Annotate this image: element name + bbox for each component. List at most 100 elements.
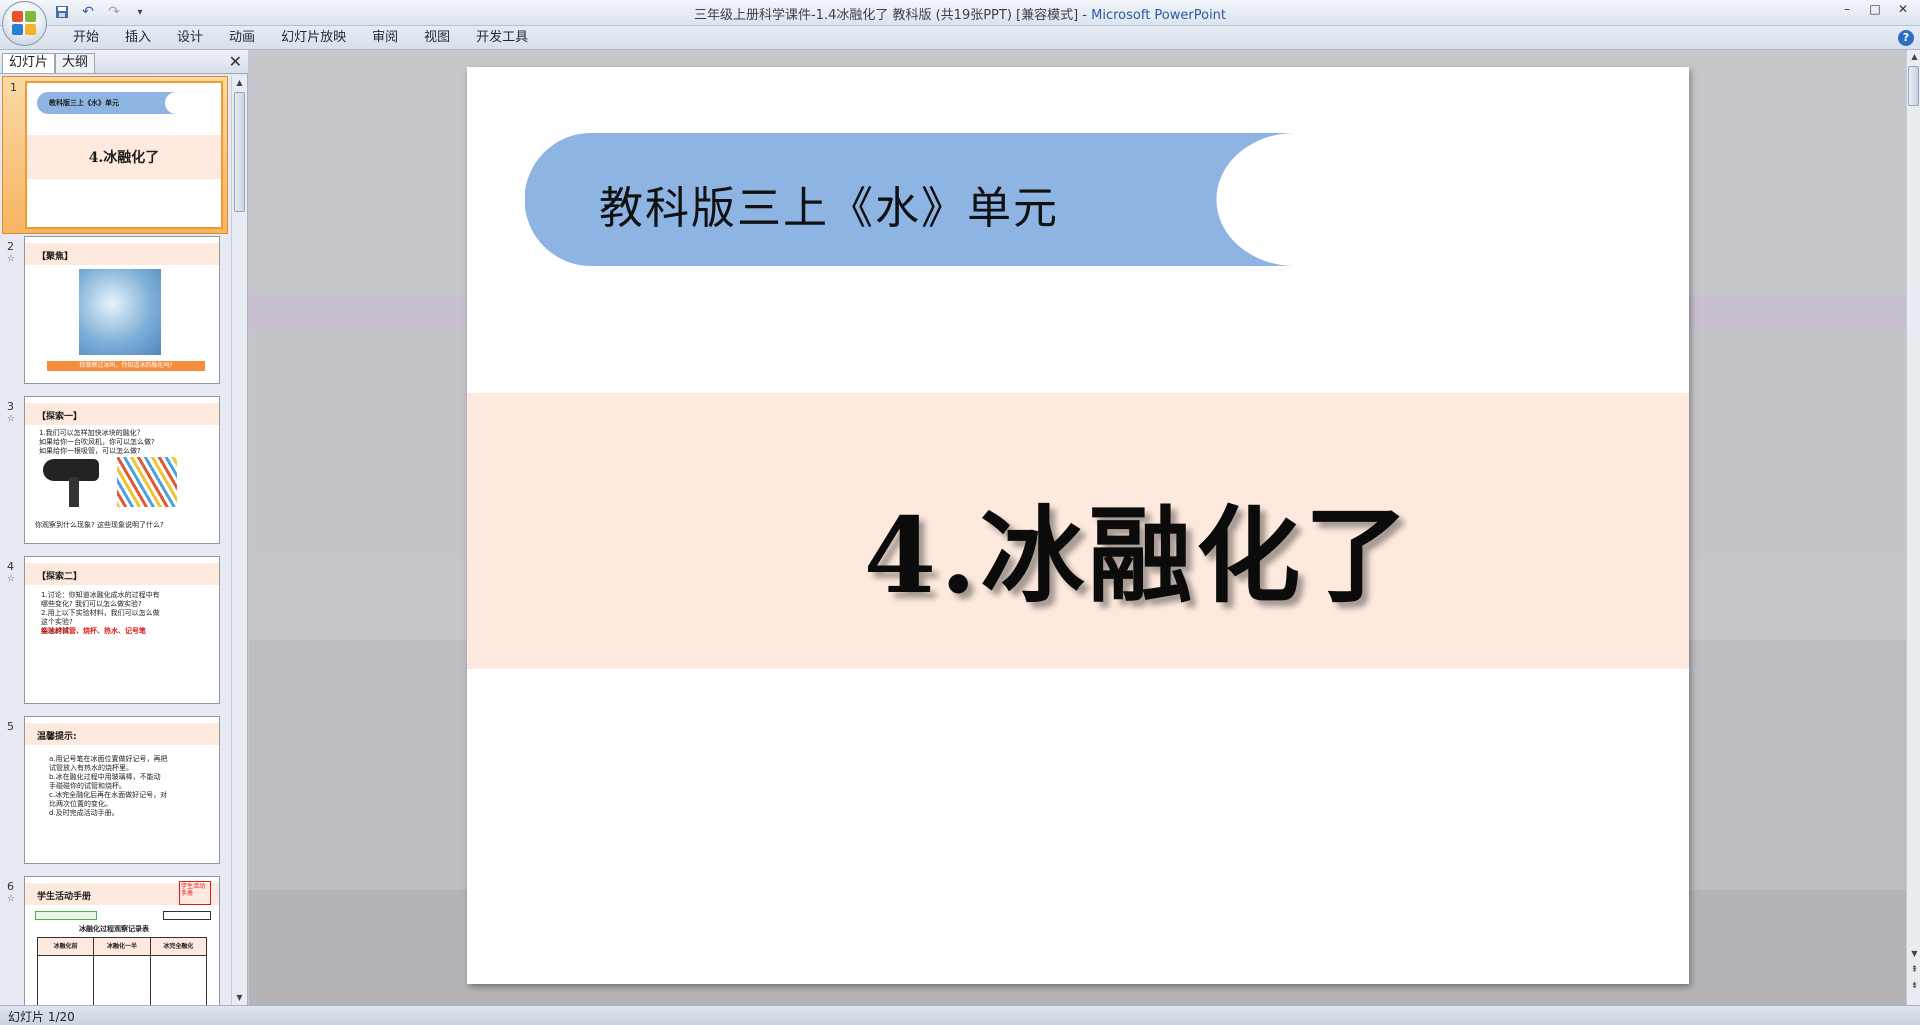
tab-developer[interactable]: 开发工具	[463, 29, 541, 47]
editor-scrollbar[interactable]: ▲ ▼ ⇞ ⇟	[1906, 50, 1920, 1005]
thumb-ribbon-notch	[165, 92, 187, 114]
window-title: 三年级上册科学课件-1.4冰融化了 教科版 (共19张PPT) [兼容模式] -…	[0, 4, 1920, 23]
tab-insert[interactable]: 插入	[112, 29, 164, 47]
document-title: 三年级上册科学课件-1.4冰融化了 教科版 (共19张PPT) [兼容模式] -	[693, 8, 1092, 23]
thumb-line: 这个实验?	[41, 618, 73, 626]
previous-slide-icon[interactable]: ⇞	[1907, 963, 1920, 977]
thumb-line: 2.用上以下实验材料，我们可以怎么做	[41, 609, 160, 617]
tab-outline[interactable]: 大纲	[55, 53, 96, 73]
thumb-line: 哪些变化? 我们可以怎么做实验?	[41, 600, 142, 608]
thumb-line: 手碰碰你的试管和烧杯。	[49, 782, 126, 790]
thumb-name-box	[163, 911, 211, 920]
minimize-button[interactable]: –	[1834, 0, 1860, 18]
hair-dryer-handle	[69, 477, 79, 507]
window-controls: – □ ✕	[1834, 0, 1916, 18]
slide-thumbnail-2[interactable]: 2 ☆ 【聚焦】 你观察过冰吗，你知道冰的融化吗?	[0, 236, 232, 388]
slide-canvas[interactable]: 教科版三上《水》单元 4.冰融化了	[467, 67, 1689, 984]
tab-view[interactable]: 视图	[411, 29, 463, 47]
slide-number: 5	[7, 720, 14, 733]
thumb-heading: 【探索一】	[25, 403, 219, 425]
thumbnail-canvas: 【探索二】 1.讨论：你知道冰融化成水的过程中有 哪些变化? 我们可以怎么做实验…	[24, 556, 220, 704]
thumb-line: 1.讨论：你知道冰融化成水的过程中有	[41, 591, 160, 599]
title-bar: ↶ ↷ ▾ 三年级上册科学课件-1.4冰融化了 教科版 (共19张PPT) [兼…	[0, 0, 1920, 46]
thumbnail-canvas: 【聚焦】 你观察过冰吗，你知道冰的融化吗?	[24, 236, 220, 384]
thumbnail-canvas: 教科版三上《水》单元 4.冰融化了	[25, 81, 223, 229]
pane-tabs: 幻灯片 大纲 ✕	[0, 50, 248, 74]
thumb-table-header: 冰融化一半	[94, 938, 150, 956]
slide-thumbnail-1[interactable]: 1 教科版三上《水》单元 4.冰融化了	[2, 76, 228, 234]
ribbon-tabs-bar: 开始 插入 设计 动画 幻灯片放映 审阅 视图 开发工具 ?	[0, 26, 1920, 50]
status-bar: 幻灯片 1/20	[0, 1005, 1920, 1025]
thumb-table-header: 冰完全融化	[150, 938, 206, 956]
thumb-line: 试管放入有热水的烧杯里。	[49, 764, 133, 772]
thumb-heading: 【探索二】	[25, 563, 219, 585]
slide-thumbnail-6[interactable]: 6 ☆ 学生活动手册 学生活动手册 冰融化过程观察记录表 冰融化前 冰融化一半 …	[0, 876, 232, 1005]
thumb-heading: 【聚焦】	[25, 243, 219, 265]
maximize-button[interactable]: □	[1862, 0, 1888, 18]
close-button[interactable]: ✕	[1890, 0, 1916, 18]
thumb-table: 冰融化前 冰融化一半 冰完全融化	[37, 937, 207, 1005]
scrollbar-thumb[interactable]	[234, 92, 245, 212]
ice-image	[79, 269, 161, 355]
app-name: Microsoft PowerPoint	[1091, 8, 1227, 23]
scroll-down-icon[interactable]: ▼	[232, 991, 247, 1005]
next-slide-icon[interactable]: ⇟	[1907, 979, 1920, 993]
thumb-line: 比两次位置的变化。	[49, 800, 112, 808]
tab-design[interactable]: 设计	[164, 29, 216, 47]
thumb-unit: 教科版三上《水》单元	[49, 99, 119, 107]
thumbnail-canvas: 温馨提示: a.用记号笔在冰面位置做好记号，再把 试管放入有热水的烧杯里。 b.…	[24, 716, 220, 864]
thumb-badge: 学生活动手册	[179, 881, 211, 905]
lesson-title[interactable]: 4.冰融化了	[467, 471, 1689, 622]
thumb-line: c.冰完全融化后再在水面做好记号，对	[49, 791, 168, 799]
thumbnails-scrollbar[interactable]: ▲ ▼	[231, 76, 247, 1005]
thumb-line: 如果给你一台吹风机，你可以怎么做?	[39, 438, 155, 446]
slide-counter: 幻灯片 1/20	[8, 1010, 75, 1024]
title-band[interactable]: 4.冰融化了	[467, 393, 1689, 669]
thumb-footer: 你观察到什么现象? 这些现象说明了什么?	[35, 521, 164, 529]
thumbnail-canvas: 【探索一】 1.我们可以怎样加快冰块的融化？ 如果给你一台吹风机，你可以怎么做?…	[24, 396, 220, 544]
slide-thumbnail-5[interactable]: 5 温馨提示: a.用记号笔在冰面位置做好记号，再把 试管放入有热水的烧杯里。 …	[0, 716, 232, 868]
tab-review[interactable]: 审阅	[359, 29, 411, 47]
transition-star-icon: ☆	[7, 254, 16, 264]
scroll-up-icon[interactable]: ▲	[232, 76, 247, 90]
thumb-line: 如果给你一根吸管，可以怎么做?	[39, 447, 141, 455]
tab-slides[interactable]: 幻灯片	[2, 53, 56, 73]
office-button[interactable]	[2, 1, 47, 46]
slides-pane: 幻灯片 大纲 ✕ 1 教科版三上《水》单元 4.冰融化了 2 ☆ 【聚焦】 你观…	[0, 50, 248, 1005]
thumb-table-header: 冰融化前	[38, 938, 94, 956]
scroll-up-icon[interactable]: ▲	[1907, 50, 1920, 64]
slide-editor: 教科版三上《水》单元 4.冰融化了 ▲ ▼ ⇞ ⇟	[249, 50, 1920, 1005]
thumb-caption: 你观察过冰吗，你知道冰的融化吗?	[47, 361, 205, 371]
straws-image	[117, 457, 177, 507]
thumb-title: 4.冰融化了	[88, 150, 160, 166]
office-logo-icon	[11, 10, 38, 37]
thumb-line: b.冰在融化过程中用玻璃棒，不能动	[49, 773, 161, 781]
slide-number: 2	[7, 240, 14, 253]
tab-animations[interactable]: 动画	[216, 29, 268, 47]
transition-star-icon: ☆	[7, 574, 16, 584]
tab-slide-show[interactable]: 幻灯片放映	[268, 29, 359, 47]
tab-home[interactable]: 开始	[60, 29, 112, 47]
transition-star-icon: ☆	[7, 894, 16, 904]
slide-thumbnail-3[interactable]: 3 ☆ 【探索一】 1.我们可以怎样加快冰块的融化？ 如果给你一台吹风机，你可以…	[0, 396, 232, 548]
thumb-line: 1.我们可以怎样加快冰块的融化？	[39, 429, 144, 437]
slide-thumbnail-4[interactable]: 4 ☆ 【探索二】 1.讨论：你知道冰融化成水的过程中有 哪些变化? 我们可以怎…	[0, 556, 232, 708]
slide-thumbnails: 1 教科版三上《水》单元 4.冰融化了 2 ☆ 【聚焦】 你观察过冰吗，你知道冰…	[0, 76, 232, 1005]
slide-number: 4	[7, 560, 14, 573]
thumb-line: d.及时完成活动手册。	[49, 809, 119, 817]
close-pane-icon[interactable]: ✕	[229, 52, 242, 71]
scroll-down-icon[interactable]: ▼	[1907, 947, 1920, 961]
thumb-line: a.用记号笔在冰面位置做好记号，再把	[49, 755, 168, 763]
scrollbar-thumb[interactable]	[1908, 66, 1919, 106]
unit-title[interactable]: 教科版三上《水》单元	[599, 172, 1059, 236]
slide-number: 6	[7, 880, 14, 893]
help-icon[interactable]: ?	[1898, 30, 1914, 46]
thumb-green-label	[35, 911, 97, 920]
slide-number: 3	[7, 400, 14, 413]
thumbnail-canvas: 学生活动手册 学生活动手册 冰融化过程观察记录表 冰融化前 冰融化一半 冰完全融…	[24, 876, 220, 1005]
thumb-heading: 温馨提示:	[25, 723, 219, 745]
thumb-table-title: 冰融化过程观察记录表	[79, 925, 149, 933]
transition-star-icon: ☆	[7, 414, 16, 424]
thumb-materials: 结冰的试管、烧杯、热水、记号笔	[41, 627, 146, 635]
slide-number: 1	[10, 81, 17, 94]
